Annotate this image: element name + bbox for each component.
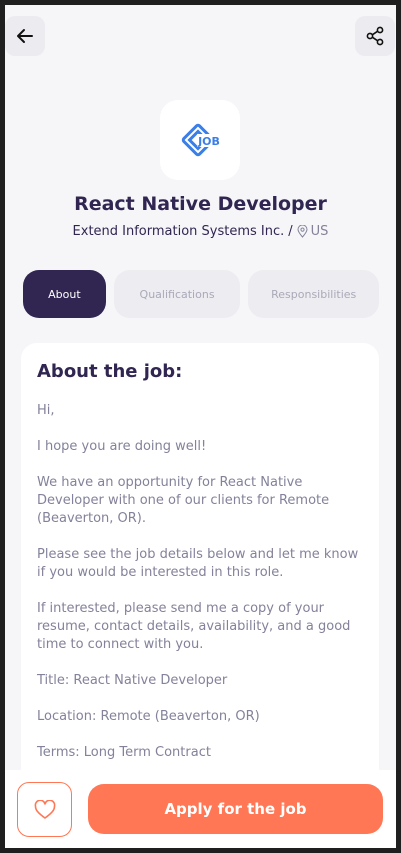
about-paragraph: Location: Remote (Beaverton, OR) bbox=[37, 709, 260, 724]
apply-button[interactable]: Apply for the job bbox=[88, 784, 383, 834]
company-logo-icon: JOB bbox=[181, 123, 221, 157]
tabs-scroll[interactable]: About Qualifications Responsibilities bbox=[23, 270, 379, 318]
about-paragraph: Please see the job details below and let… bbox=[37, 547, 359, 580]
tab-responsibilities[interactable]: Responsibilities bbox=[248, 270, 379, 318]
job-details-screen: JOB React Native Developer Extend Inform… bbox=[5, 5, 396, 848]
about-title: About the job: bbox=[37, 361, 183, 382]
separator: / bbox=[288, 224, 293, 239]
tab-about[interactable]: About bbox=[23, 270, 106, 318]
like-button[interactable] bbox=[17, 782, 72, 837]
about-paragraph: I hope you are doing well! bbox=[37, 439, 207, 454]
company-info: Extend Information Systems Inc. / US bbox=[5, 224, 396, 239]
company-logo: JOB bbox=[160, 100, 240, 180]
location-pin-icon bbox=[297, 225, 308, 238]
share-button[interactable] bbox=[355, 16, 395, 56]
tab-qualifications[interactable]: Qualifications bbox=[113, 270, 241, 318]
company-name: Extend Information Systems Inc. bbox=[72, 224, 285, 239]
back-button[interactable] bbox=[5, 16, 45, 56]
footer-bar: Apply for the job bbox=[5, 770, 396, 848]
about-paragraph: Hi, bbox=[37, 403, 55, 418]
tab-bar: About Qualifications Responsibilities bbox=[23, 270, 379, 318]
location-text: US bbox=[310, 224, 329, 239]
about-paragraph: Terms: Long Term Contract bbox=[37, 745, 211, 760]
arrow-left-icon bbox=[17, 29, 33, 43]
about-paragraph: Title: React Native Developer bbox=[37, 673, 228, 688]
about-paragraph: We have an opportunity for React Native … bbox=[37, 475, 330, 526]
job-location: US bbox=[297, 224, 329, 239]
heart-icon bbox=[34, 799, 55, 819]
about-paragraph: If interested, please send me a copy of … bbox=[37, 601, 351, 652]
share-icon bbox=[366, 26, 384, 46]
logo-text: JOB bbox=[197, 135, 220, 148]
job-title: React Native Developer bbox=[74, 193, 327, 215]
